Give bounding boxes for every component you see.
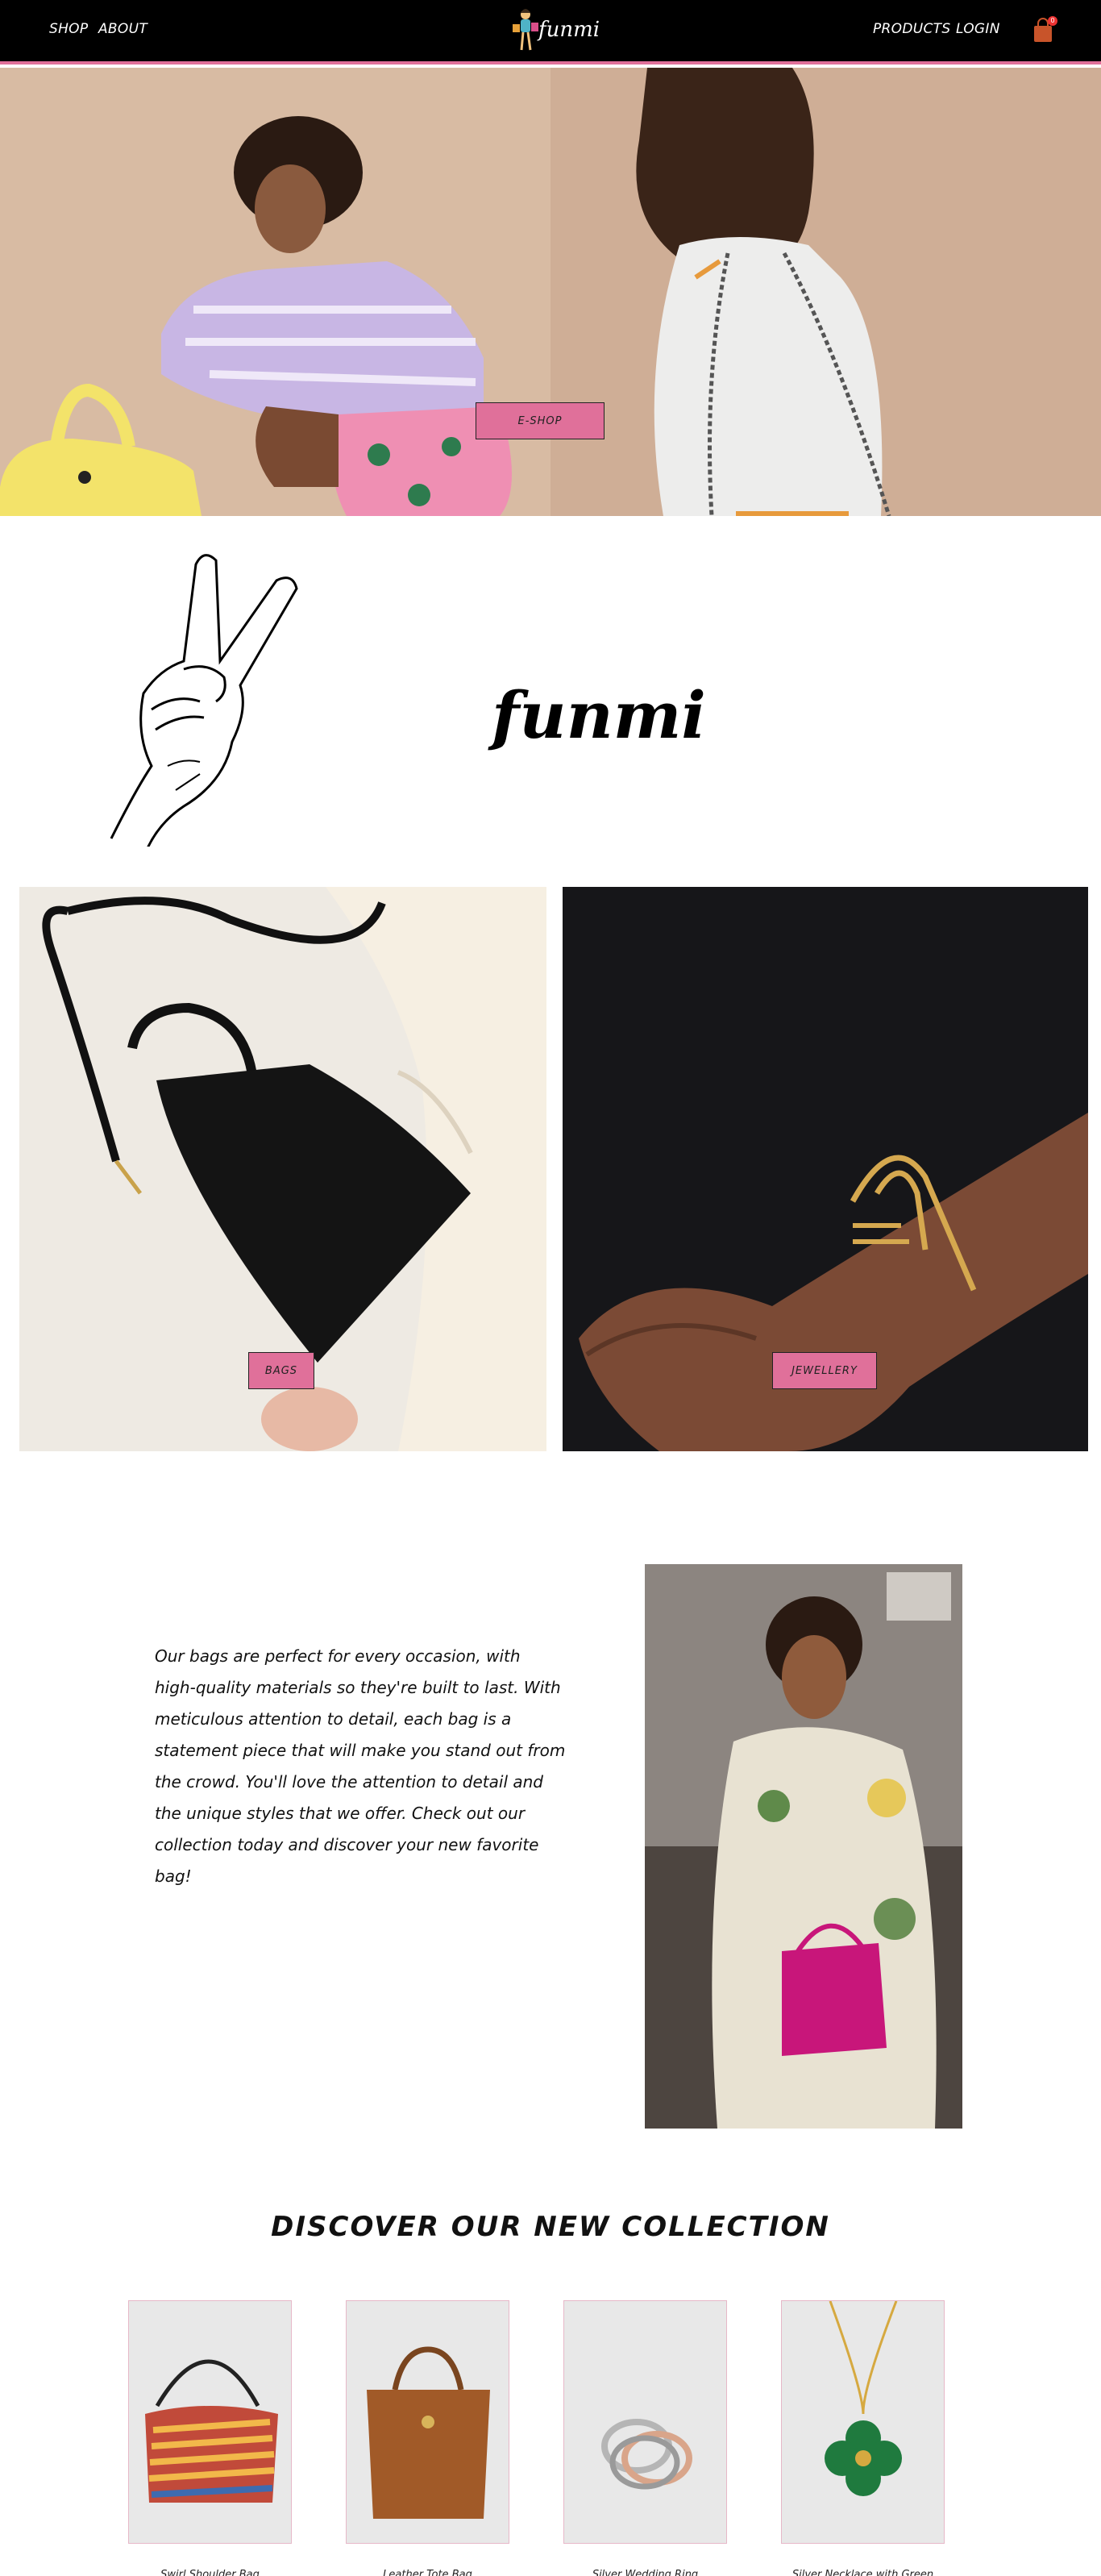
product-name[interactable]: Leather Tote Bag — [346, 2569, 509, 2576]
hero-banner: E-SHOP — [0, 68, 1101, 516]
brand-section: funmi — [0, 516, 1101, 887]
hero-model-image — [0, 68, 550, 516]
hero-woman-bag-image — [550, 68, 1101, 516]
collection-title: DISCOVER OUR NEW COLLECTION — [271, 2211, 830, 2243]
green-pendant-image — [825, 2301, 902, 2496]
nav-login-link[interactable]: LOGIN — [956, 21, 1000, 37]
nav-about-link[interactable]: ABOUT — [98, 21, 147, 37]
top-navigation: SHOP ABOUT funmi PRODUCTS LOGIN 0 — [0, 0, 1101, 65]
product-name[interactable]: Swirl Shoulder Bag — [128, 2569, 292, 2576]
brand-name: funmi — [492, 677, 706, 753]
category-jewellery[interactable]: JEWELLERY — [563, 887, 1088, 1451]
bags-button[interactable]: BAGS — [248, 1352, 314, 1389]
story-paragraph: Our bags are perfect for every occasion,… — [155, 1646, 566, 1886]
swirl-bag-image — [145, 2359, 278, 2503]
logo-text: funmi — [538, 18, 600, 42]
cart-count-badge: 0 — [1048, 16, 1057, 26]
product-card[interactable] — [563, 2300, 727, 2544]
nav-products-link[interactable]: PRODUCTS — [873, 21, 950, 37]
silver-rings-image — [601, 2419, 692, 2490]
leather-tote-image — [367, 2346, 490, 2519]
story-image — [645, 1564, 962, 2129]
product-name[interactable]: Silver Necklace with Green — [781, 2569, 945, 2576]
product-card[interactable] — [346, 2300, 509, 2544]
brand-logo[interactable]: funmi — [508, 3, 605, 60]
product-name[interactable]: Silver Wedding Ring — [563, 2569, 727, 2576]
jewellery-button[interactable]: JEWELLERY — [772, 1352, 877, 1389]
woman-with-pink-bag-image — [645, 1564, 962, 2129]
hero-image-left — [0, 68, 550, 516]
nav-shop-link[interactable]: SHOP — [49, 21, 88, 37]
hero-image-right — [550, 68, 1101, 516]
eshop-button[interactable]: E-SHOP — [476, 402, 605, 439]
product-card[interactable] — [781, 2300, 945, 2544]
peace-hand-illustration — [110, 554, 298, 847]
product-card[interactable] — [128, 2300, 292, 2544]
category-bags[interactable]: BAGS — [19, 887, 546, 1451]
